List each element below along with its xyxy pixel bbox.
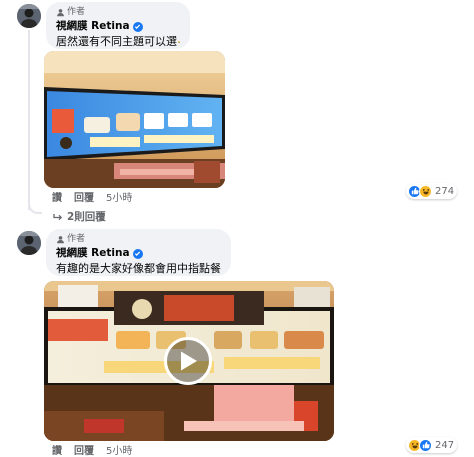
like-action[interactable]: 讚 <box>52 193 62 205</box>
author-name[interactable]: 視網膜 Retina <box>56 247 130 260</box>
comment-photo[interactable] <box>44 51 225 188</box>
comment-video[interactable] <box>44 281 334 441</box>
verified-badge-icon <box>132 248 143 259</box>
author-badge-label: 作者 <box>67 7 86 17</box>
avatar[interactable] <box>17 4 41 28</box>
like-reaction-icon <box>419 438 432 452</box>
view-replies-label: 2則回覆 <box>67 211 106 223</box>
comment-text: 有趣的是大家好像都會用中指點餐 <box>56 262 221 275</box>
laughing-emoji-icon <box>178 41 180 43</box>
reply-arrow-icon <box>53 213 63 220</box>
reaction-count: 247 <box>435 439 455 451</box>
author-name[interactable]: 視網膜 Retina <box>56 20 130 33</box>
avatar-image <box>17 4 41 28</box>
comment-timestamp[interactable]: 5小時 <box>106 446 132 457</box>
haha-reaction-icon <box>419 184 432 198</box>
avatar-image <box>17 231 41 255</box>
comment-timestamp[interactable]: 5小時 <box>106 193 132 205</box>
verified-badge-icon <box>132 21 143 32</box>
like-action[interactable]: 讚 <box>52 446 62 457</box>
thread-curve <box>28 202 42 214</box>
view-replies-link[interactable]: 2則回覆 <box>53 209 106 224</box>
restaurant-screen-photo <box>44 51 225 188</box>
reaction-summary[interactable]: 247 <box>406 437 458 453</box>
play-icon <box>181 351 197 371</box>
author-badge: 作者 <box>56 234 221 245</box>
reply-action[interactable]: 回覆 <box>74 193 94 205</box>
author-badge-label: 作者 <box>67 234 86 244</box>
reaction-summary[interactable]: 274 <box>406 183 458 199</box>
comment-actions: 讚 回覆 5小時 <box>52 193 132 205</box>
author-badge-icon <box>57 9 64 17</box>
thread-line <box>28 30 30 210</box>
avatar[interactable] <box>17 231 41 255</box>
comment-actions: 讚 回覆 5小時 <box>52 446 132 457</box>
reaction-count: 274 <box>435 185 455 197</box>
reply-action[interactable]: 回覆 <box>74 446 94 457</box>
comment-bubble: 作者 視網膜 Retina 有趣的是大家好像都會用中指點餐 <box>46 229 231 276</box>
comment-text: 居然還有不同主題可以選 <box>56 35 177 48</box>
author-badge-icon <box>57 236 64 244</box>
comment-bubble: 作者 視網膜 Retina 居然還有不同主題可以選 <box>46 2 190 49</box>
play-button[interactable] <box>164 337 212 385</box>
author-badge: 作者 <box>56 7 180 18</box>
